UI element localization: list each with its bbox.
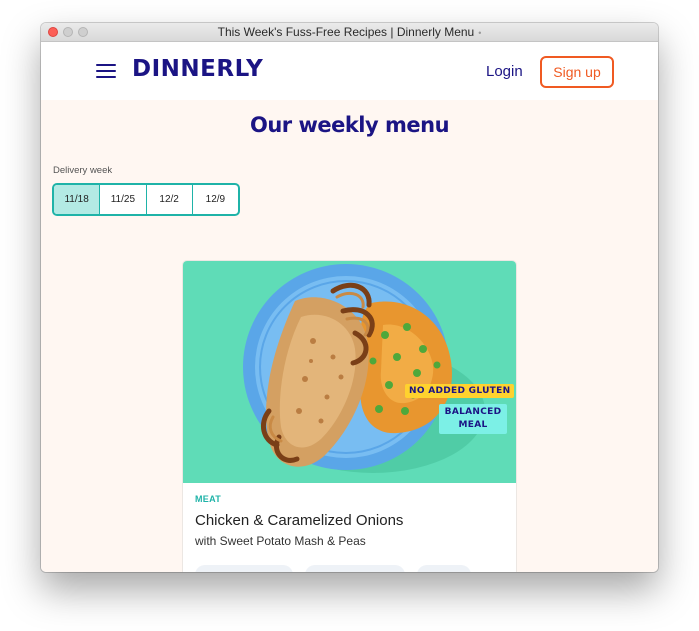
delivery-week-selector: 11/18 11/25 12/2 12/9 <box>52 183 240 216</box>
balanced-meal-badge-line1: BALANCED <box>444 407 502 417</box>
delivery-week-label: Delivery week <box>53 165 113 176</box>
recipe-card[interactable]: NO ADDED GLUTEN BALANCED MEAL MEAT Chick… <box>183 261 516 572</box>
recipe-subtitle: with Sweet Potato Mash & Peas <box>195 534 366 548</box>
page-title: Our weekly menu <box>249 113 450 137</box>
balanced-meal-badge-line2: MEAL <box>458 420 488 430</box>
week-option-11-18[interactable]: 11/18 <box>54 185 101 214</box>
no-added-gluten-badge: NO ADDED GLUTEN <box>405 384 515 398</box>
window-title-text: This Week's Fuss-Free Recipes | Dinnerly… <box>217 25 475 39</box>
plated-dish-illustration <box>243 264 485 473</box>
week-option-12-9[interactable]: 12/9 <box>193 185 238 214</box>
recipe-title[interactable]: Chicken & Caramelized Onions <box>195 512 403 529</box>
hamburger-menu-icon[interactable] <box>96 64 116 78</box>
balanced-meal-badge: BALANCED MEAL <box>439 404 507 434</box>
signup-button[interactable]: Sign up <box>540 56 614 88</box>
recipe-tag-chip <box>195 565 293 572</box>
browser-window: This Week's Fuss-Free Recipes | Dinnerly… <box>41 23 658 572</box>
recipe-category: MEAT <box>195 494 222 504</box>
week-option-11-25[interactable]: 11/25 <box>100 185 147 214</box>
menu-page: Our weekly menu Delivery week 11/18 11/2… <box>41 100 658 572</box>
recipe-tag-chip <box>305 565 405 572</box>
title-bar: This Week's Fuss-Free Recipes | Dinnerly… <box>41 23 658 42</box>
dinnerly-logo[interactable]: DINNERLY <box>132 56 263 82</box>
recipe-photo[interactable]: NO ADDED GLUTEN BALANCED MEAL <box>183 261 516 483</box>
week-option-12-2[interactable]: 12/2 <box>147 185 193 214</box>
window-title: This Week's Fuss-Free Recipes | Dinnerly… <box>41 25 658 39</box>
login-link[interactable]: Login <box>486 63 523 80</box>
edited-dot-icon: • <box>478 28 482 38</box>
recipe-tag-chip <box>417 565 471 572</box>
site-header: DINNERLY Login Sign up <box>41 42 658 100</box>
